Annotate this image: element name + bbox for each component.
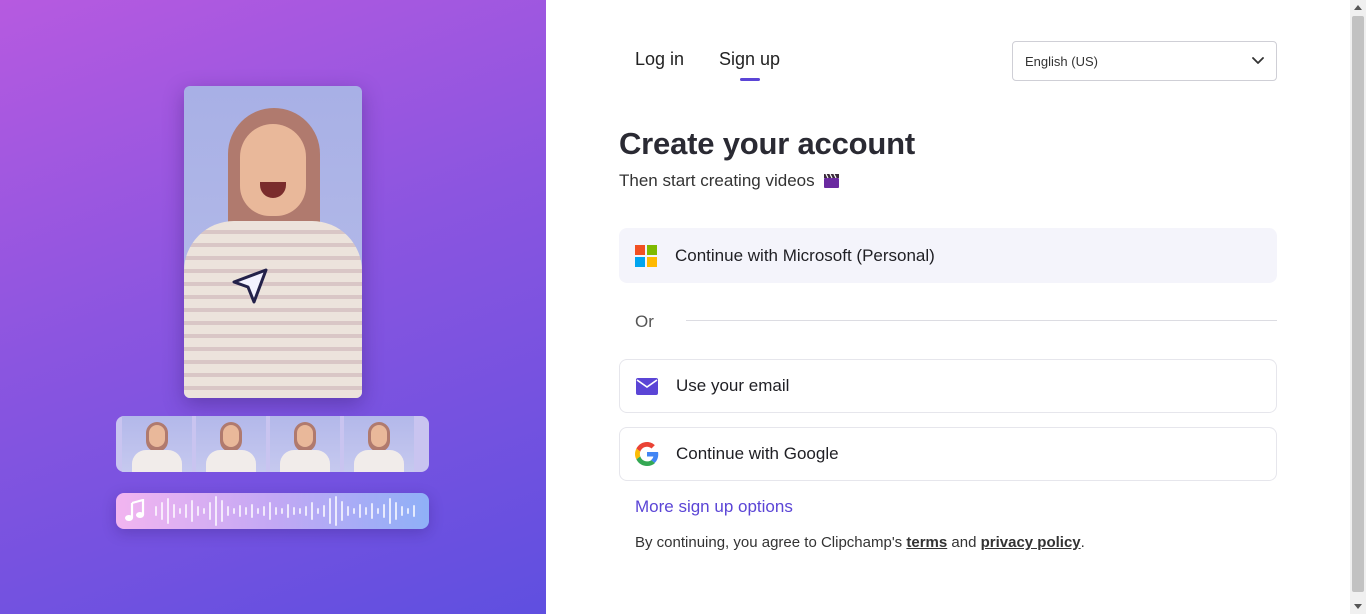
microsoft-button-label: Continue with Microsoft (Personal) — [675, 245, 935, 265]
clapper-board-icon — [823, 173, 839, 188]
tab-signup[interactable]: Sign up — [719, 49, 780, 70]
google-button-label: Continue with Google — [676, 444, 839, 463]
microsoft-logo-icon — [634, 244, 658, 268]
privacy-policy-link[interactable]: privacy policy — [981, 534, 1081, 551]
scrollbar-thumb[interactable] — [1352, 16, 1364, 592]
promo-panel — [0, 0, 546, 614]
google-logo-icon — [635, 442, 659, 466]
chevron-down-icon — [1252, 57, 1264, 64]
scroll-down-arrow-icon[interactable] — [1354, 604, 1362, 609]
language-select-value: English (US) — [1025, 53, 1098, 69]
audio-waveform — [155, 496, 415, 526]
legal-text: By continuing, you agree to Clipchamp's … — [635, 534, 1085, 551]
scroll-up-arrow-icon[interactable] — [1354, 5, 1362, 10]
subtitle-text: Then start creating videos — [619, 171, 815, 190]
continue-with-google-button[interactable]: Continue with Google — [619, 427, 1277, 481]
page-subtitle: Then start creating videos — [619, 171, 840, 191]
legal-suffix: . — [1080, 534, 1085, 551]
audio-track — [116, 493, 429, 529]
video-filmstrip — [116, 416, 429, 472]
envelope-icon — [635, 374, 659, 398]
filmstrip-frame — [196, 416, 266, 472]
legal-prefix: By continuing, you agree to Clipchamp's — [635, 534, 903, 551]
navigation-arrow-icon — [232, 268, 268, 304]
filmstrip-frame — [344, 416, 414, 472]
filmstrip-frame — [270, 416, 340, 472]
page-scrollbar[interactable] — [1350, 0, 1366, 614]
or-divider-line — [686, 320, 1277, 321]
page-title: Create your account — [619, 126, 915, 161]
use-email-button[interactable]: Use your email — [619, 359, 1277, 413]
person-image — [184, 86, 362, 398]
legal-and: and — [951, 534, 977, 551]
terms-link[interactable]: terms — [906, 534, 947, 551]
filmstrip-frame — [122, 416, 192, 472]
tab-login[interactable]: Log in — [635, 49, 684, 70]
music-note-icon — [125, 499, 145, 521]
more-signup-options-link[interactable]: More sign up options — [635, 497, 793, 517]
signup-panel: Log in Sign up English (US) Create your … — [546, 0, 1350, 614]
or-divider-label: Or — [635, 312, 654, 331]
active-tab-indicator — [740, 78, 760, 81]
continue-with-microsoft-button[interactable]: Continue with Microsoft (Personal) — [619, 228, 1277, 283]
language-select[interactable]: English (US) — [1012, 41, 1277, 81]
email-button-label: Use your email — [676, 376, 790, 395]
video-preview-card — [184, 86, 362, 398]
